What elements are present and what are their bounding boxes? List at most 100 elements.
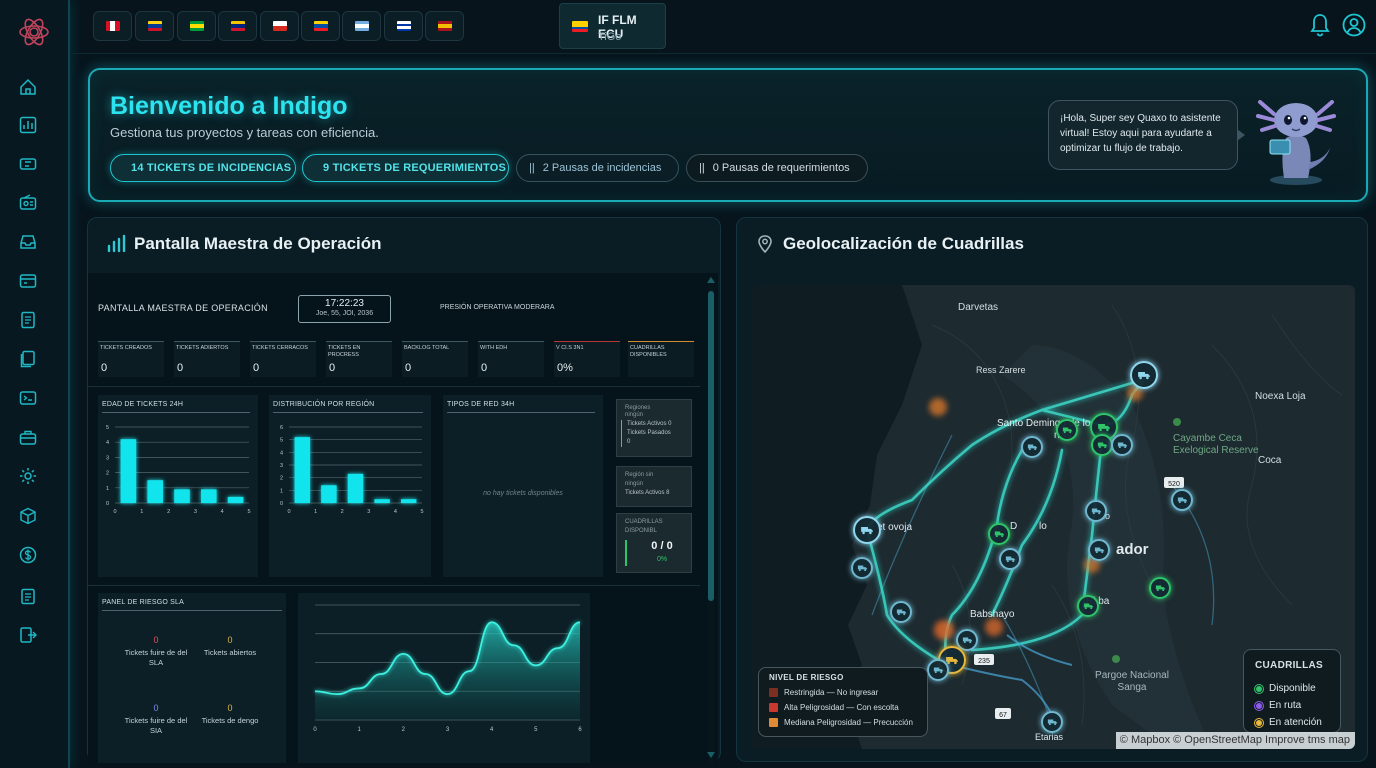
risk-legend-item: Restringida — No ingresar bbox=[769, 688, 878, 697]
radio-icon[interactable] bbox=[17, 192, 39, 214]
crew-vehicle-marker[interactable] bbox=[1041, 711, 1063, 733]
map-attribution[interactable]: © Mapbox © OpenStreetMap Improve tms map bbox=[1115, 732, 1355, 749]
crew-vehicle-marker[interactable] bbox=[1085, 500, 1107, 522]
risk-swatch-icon bbox=[769, 703, 778, 712]
requirement-tickets-button[interactable]: 9 TICKETS DE REQUERIMIENTOS bbox=[302, 154, 509, 182]
crew-vehicle-marker[interactable] bbox=[1077, 595, 1099, 617]
crew-vehicle-marker[interactable] bbox=[1088, 539, 1110, 561]
scroll-down-icon[interactable] bbox=[707, 752, 715, 758]
crew-vehicle-marker[interactable] bbox=[853, 516, 881, 544]
kpi-label: TICKETS EN PROCRESS bbox=[328, 345, 361, 358]
y-tick-label: 4 bbox=[280, 450, 283, 456]
region-detail-card[interactable]: Región sin ningún Tickets Activos 8 bbox=[616, 466, 692, 507]
chart-icon[interactable] bbox=[17, 114, 39, 136]
crew-vehicle-marker[interactable] bbox=[1171, 489, 1193, 511]
crew-vehicle-marker[interactable] bbox=[999, 548, 1021, 570]
account-selector[interactable]: IF FLM ECU TiGo bbox=[559, 3, 666, 49]
flag-button-colombia[interactable] bbox=[135, 11, 174, 41]
account-flag-icon bbox=[572, 21, 588, 32]
crew-vehicle-marker[interactable] bbox=[1021, 436, 1043, 458]
flag-button-argentina[interactable] bbox=[342, 11, 381, 41]
network-types-empty: no hay tickets disponibles bbox=[483, 490, 563, 497]
box-icon[interactable] bbox=[17, 505, 39, 527]
truck-icon bbox=[1094, 547, 1104, 554]
scroll-up-icon[interactable] bbox=[707, 277, 715, 283]
road-shield-label: 520 bbox=[1168, 481, 1180, 488]
truck-icon bbox=[1005, 556, 1015, 563]
incident-tickets-button[interactable]: 14 TICKETS DE INCIDENCIAS bbox=[110, 154, 296, 182]
crew-vehicle-marker[interactable] bbox=[1056, 419, 1078, 441]
signal-bars-icon bbox=[107, 234, 126, 253]
kpi-value: 0 bbox=[253, 362, 260, 374]
kpi-card[interactable]: CUADRILLAS DISPONIBLES bbox=[628, 341, 694, 377]
crew-legend-item[interactable]: En atención bbox=[1255, 717, 1322, 728]
regions-summary-card[interactable]: Regiones ningún Tickets Activos 0 Ticket… bbox=[616, 399, 692, 457]
card-icon[interactable] bbox=[17, 270, 39, 292]
export-icon[interactable] bbox=[17, 624, 39, 646]
requirement-pauses-button[interactable]: || 0 Pausas de requerimientos bbox=[686, 154, 868, 182]
crew-vehicle-marker[interactable] bbox=[890, 601, 912, 623]
clipboard-icon[interactable] bbox=[17, 585, 39, 607]
x-tick-label: 2 bbox=[402, 727, 406, 733]
kpi-card[interactable]: TICKETS ADIERTOS 0 bbox=[174, 341, 240, 377]
kpi-card[interactable]: WITH EDH 0 bbox=[478, 341, 544, 377]
flag-button-venezuela[interactable] bbox=[218, 11, 257, 41]
kpi-card[interactable]: TICKETS CREADOS 0 bbox=[98, 341, 164, 377]
crew-vehicle-marker[interactable] bbox=[1091, 434, 1113, 456]
crew-vehicle-marker[interactable] bbox=[1149, 577, 1171, 599]
settings-gear-icon[interactable] bbox=[17, 465, 39, 487]
scrollbar-thumb[interactable] bbox=[708, 291, 714, 601]
document-icon[interactable] bbox=[17, 309, 39, 331]
geolocation-panel: Geolocalización de Cuadrillas 520 235 67… bbox=[736, 217, 1368, 762]
truck-icon bbox=[1062, 427, 1072, 434]
x-tick-label: 5 bbox=[420, 509, 423, 515]
flag-button-uruguay[interactable] bbox=[384, 11, 423, 41]
toolbox-icon[interactable] bbox=[17, 426, 39, 448]
bar bbox=[321, 485, 337, 503]
inbox-icon[interactable] bbox=[17, 231, 39, 253]
crew-vehicle-marker[interactable] bbox=[1130, 361, 1158, 389]
user-profile-icon[interactable] bbox=[1342, 12, 1366, 38]
flag-button-ecuador[interactable] bbox=[301, 11, 340, 41]
kpi-card[interactable]: TICKETS EN PROCRESS 0 bbox=[326, 341, 392, 377]
terminal-icon[interactable] bbox=[17, 387, 39, 409]
flag-button-peru[interactable] bbox=[93, 11, 132, 41]
crew-legend-item[interactable]: En ruta bbox=[1255, 700, 1301, 711]
flag-icon bbox=[230, 21, 245, 31]
x-tick-label: 1 bbox=[357, 727, 361, 733]
kpi-card[interactable]: V CI.S 3N1 0% bbox=[554, 341, 620, 377]
axolotl-mascot-icon[interactable] bbox=[1254, 80, 1338, 190]
kpi-card[interactable]: TICKETS CERRACOS 0 bbox=[250, 341, 316, 377]
sla-metric-label: Tickets fuire de del SLA bbox=[124, 648, 188, 667]
ticket-icon[interactable] bbox=[17, 153, 39, 175]
bar bbox=[347, 473, 364, 503]
crew-legend-item[interactable]: Disponible bbox=[1255, 683, 1316, 694]
flag-button-espana[interactable] bbox=[425, 11, 464, 41]
kpi-label: WITH EDH bbox=[480, 345, 508, 351]
crew-vehicle-marker[interactable] bbox=[988, 523, 1010, 545]
bell-icon[interactable] bbox=[1308, 12, 1332, 38]
crew-vehicle-marker[interactable] bbox=[927, 659, 949, 681]
y-tick-label: 0 bbox=[280, 501, 283, 507]
crew-map[interactable]: 520 235 67 Darvetas Ress Zarere Noexa Lo… bbox=[752, 285, 1355, 749]
incident-pauses-button[interactable]: || 2 Pausas de incidencias bbox=[516, 154, 679, 182]
dollar-icon[interactable] bbox=[17, 544, 39, 566]
crews-available-card[interactable]: CUADRILLAS DISPONIBL 0 / 0 0% bbox=[616, 513, 692, 573]
files-icon[interactable] bbox=[17, 348, 39, 370]
crew-legend-label: En ruta bbox=[1269, 700, 1302, 711]
welcome-title: Bienvenido a Indigo bbox=[110, 92, 348, 120]
crew-vehicle-marker[interactable] bbox=[1111, 434, 1133, 456]
crew-vehicle-marker[interactable] bbox=[851, 557, 873, 579]
flag-icon bbox=[147, 21, 162, 31]
flag-button-brasil[interactable] bbox=[177, 11, 216, 41]
map-place-label: Etarias bbox=[1035, 732, 1064, 742]
app-logo[interactable] bbox=[16, 14, 52, 50]
kpi-card[interactable]: BACKLOG TOTAL 0 bbox=[402, 341, 468, 377]
incident-tickets-label: 14 TICKETS DE INCIDENCIAS bbox=[131, 162, 292, 174]
crew-legend-label: En atención bbox=[1269, 717, 1322, 728]
flag-button-chile[interactable] bbox=[260, 11, 299, 41]
flag-icon bbox=[272, 21, 287, 31]
crews-legend: CUADRILLAS Disponible En ruta En atención bbox=[1243, 649, 1341, 733]
home-icon[interactable] bbox=[17, 76, 39, 98]
risk-legend-title: NIVEL DE RIESGO bbox=[769, 673, 844, 682]
